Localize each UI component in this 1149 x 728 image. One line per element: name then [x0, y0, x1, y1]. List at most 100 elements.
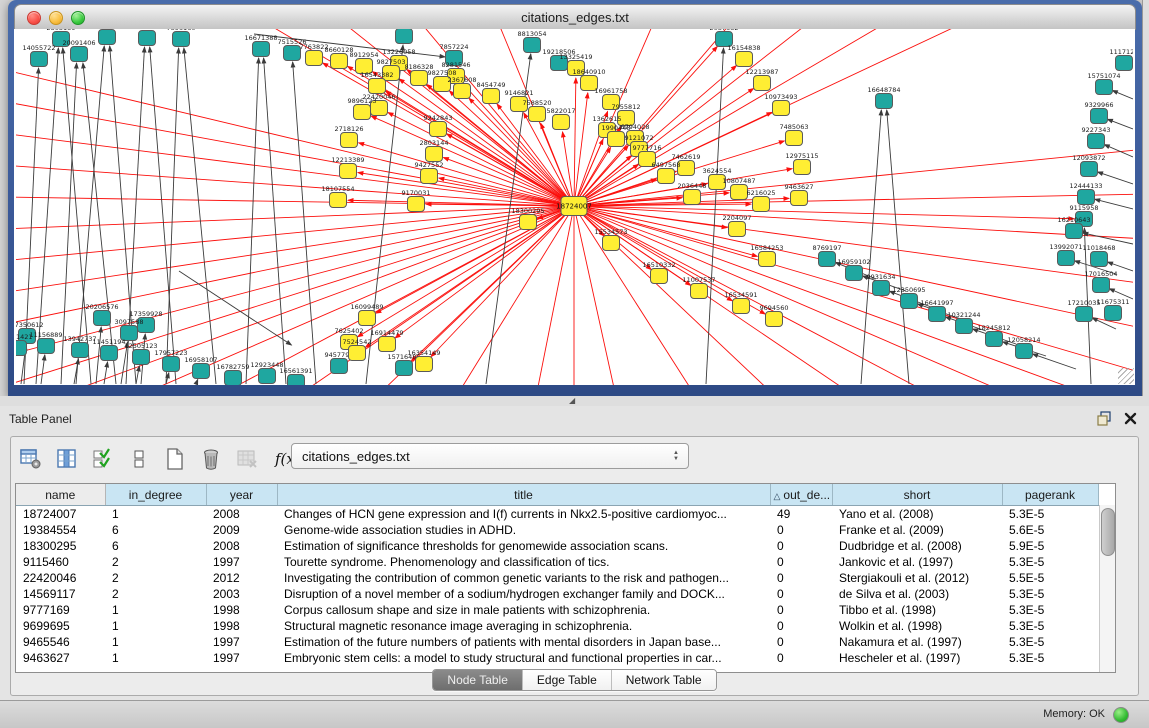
float-panel-icon[interactable] — [1097, 411, 1112, 426]
table-row[interactable]: 946554611997Estimation of the future num… — [16, 634, 1098, 650]
graph-node[interactable]: 9694560 — [760, 304, 789, 327]
graph-node[interactable]: 16958107 — [184, 356, 217, 379]
graph-node[interactable]: 18724007 — [556, 197, 592, 216]
table-source-select[interactable]: citations_edges.txt ▲▼ — [291, 443, 689, 469]
column-header-name[interactable]: name — [16, 484, 105, 506]
graph-edge[interactable] — [574, 206, 691, 285]
close-button[interactable] — [27, 11, 41, 25]
table-scrollbar[interactable] — [1099, 505, 1115, 672]
graph-node[interactable]: 7896160 — [167, 29, 196, 47]
graph-node[interactable]: 12213389 — [331, 156, 364, 179]
graph-edge[interactable] — [861, 110, 881, 384]
graph-edge[interactable] — [246, 58, 259, 384]
table-row[interactable]: 1938455462009Genome-wide association stu… — [16, 522, 1098, 538]
graph-node[interactable]: 1117120 — [1110, 48, 1133, 71]
graph-edge[interactable] — [574, 206, 1133, 374]
column-visibility-icon[interactable] — [55, 446, 79, 472]
graph-node[interactable]: 9427552 — [415, 161, 444, 184]
table-row[interactable]: 977716911998Corpus callosum shape and si… — [16, 602, 1098, 618]
tab-node-table[interactable]: Node Table — [433, 670, 523, 690]
table-row[interactable]: 946362711997Embryonic stem cells: a mode… — [16, 650, 1098, 666]
column-header-out_degree[interactable]: △out_de... — [770, 484, 832, 506]
tab-edge-table[interactable]: Edge Table — [523, 670, 612, 690]
graph-node[interactable]: 14055722 — [22, 44, 55, 67]
column-header-title[interactable]: title — [277, 484, 770, 506]
graph-node[interactable]: 20091406 — [62, 39, 95, 62]
graph-node[interactable]: 9242843 — [424, 114, 453, 137]
graph-edge[interactable] — [443, 157, 574, 206]
graph-edge[interactable] — [365, 206, 574, 347]
citation-network-graph[interactable]: 2303159100552871527602178961601405572220… — [16, 29, 1133, 385]
table-row[interactable]: 1872400712008Changes of HCN gene express… — [16, 506, 1098, 523]
graph-edge[interactable] — [184, 48, 216, 384]
minimize-button[interactable] — [49, 11, 63, 25]
graph-node[interactable]: 11675311 — [1096, 298, 1129, 321]
window-resize-grip[interactable] — [1118, 368, 1134, 384]
graph-edge[interactable] — [179, 271, 291, 345]
graph-edge[interactable] — [16, 133, 574, 206]
graph-node[interactable]: 6497568 — [652, 161, 681, 184]
graph-node[interactable]: 18107554 — [321, 185, 354, 208]
network-canvas[interactable]: 2303159100552871527602178961601405572220… — [14, 29, 1135, 385]
graph-edge[interactable] — [1098, 172, 1133, 184]
graph-node[interactable]: 7485063 — [780, 123, 809, 146]
graph-edge[interactable] — [574, 206, 696, 385]
table-row[interactable]: 1456911722003Disruption of a novel membe… — [16, 586, 1098, 602]
graph-edge[interactable] — [16, 165, 574, 206]
graph-edge[interactable] — [706, 48, 724, 384]
horizontal-splitter[interactable]: ◢ — [0, 396, 1149, 406]
graph-node[interactable]: 12213987 — [745, 68, 778, 91]
graph-node[interactable]: 16053809 — [387, 29, 420, 44]
graph-node[interactable]: 6216025 — [747, 189, 776, 212]
graph-edge[interactable] — [293, 62, 316, 384]
graph-edge[interactable] — [536, 206, 574, 385]
select-all-rows-icon[interactable] — [91, 446, 115, 472]
graph-edge[interactable] — [16, 206, 574, 261]
table-row[interactable]: 911546021997Tourette syndrome. Phenomeno… — [16, 554, 1098, 570]
graph-edge[interactable] — [427, 84, 574, 206]
column-header-short[interactable]: short — [832, 484, 1002, 506]
zoom-button[interactable] — [71, 11, 85, 25]
graph-edge[interactable] — [574, 78, 576, 206]
graph-node[interactable]: 12975115 — [785, 152, 818, 175]
graph-edge[interactable] — [574, 206, 1016, 385]
graph-node[interactable]: 16671388 — [244, 34, 277, 57]
graph-edge[interactable] — [1095, 199, 1133, 209]
table-row[interactable]: 2242004622012Investigating the contribut… — [16, 570, 1098, 586]
table-settings-icon[interactable] — [19, 446, 43, 472]
splitter-collapse-handle[interactable]: ◢ — [569, 398, 578, 404]
graph-edge[interactable] — [358, 206, 574, 337]
graph-node[interactable]: 5822017 — [547, 107, 576, 130]
deselect-rows-icon[interactable] — [127, 446, 151, 472]
graph-node[interactable]: 16561391 — [279, 367, 312, 385]
graph-node[interactable]: 9170031 — [402, 189, 431, 212]
graph-edge[interactable] — [1033, 354, 1076, 369]
graph-node[interactable]: 10973493 — [764, 93, 797, 116]
graph-edge[interactable] — [574, 206, 732, 301]
graph-edge[interactable] — [16, 101, 574, 206]
close-panel-icon[interactable] — [1124, 412, 1137, 425]
graph-node[interactable]: 2718126 — [335, 125, 364, 148]
graph-node[interactable]: 8454749 — [477, 81, 506, 104]
column-header-year[interactable]: year — [206, 484, 277, 506]
graph-node[interactable]: 16648784 — [867, 86, 900, 109]
graph-edge[interactable] — [264, 58, 286, 384]
graph-node[interactable]: 16510332 — [642, 261, 675, 284]
table-row[interactable]: 969969511998Structural magnetic resonanc… — [16, 618, 1098, 634]
graph-node[interactable]: 15276021 — [130, 29, 163, 46]
column-header-pagerank[interactable]: pagerank — [1002, 484, 1098, 506]
delete-column-icon[interactable] — [199, 446, 223, 472]
graph-edge[interactable] — [574, 206, 1133, 239]
graph-node[interactable]: 16154838 — [727, 44, 760, 67]
network-window-titlebar[interactable]: citations_edges.txt — [14, 4, 1136, 30]
create-column-icon[interactable] — [163, 446, 187, 472]
table-row[interactable]: 1830029562008Estimation of significance … — [16, 538, 1098, 554]
graph-node[interactable]: 2204097 — [723, 214, 752, 237]
graph-edge[interactable] — [1083, 233, 1133, 244]
graph-node[interactable]: 16534591 — [724, 291, 757, 314]
column-header-in_degree[interactable]: in_degree — [105, 484, 206, 506]
tab-network-table[interactable]: Network Table — [612, 670, 716, 690]
graph-node[interactable]: 9463627 — [785, 183, 814, 206]
graph-edge[interactable] — [372, 72, 574, 206]
graph-node[interactable]: 17957223 — [154, 349, 187, 372]
